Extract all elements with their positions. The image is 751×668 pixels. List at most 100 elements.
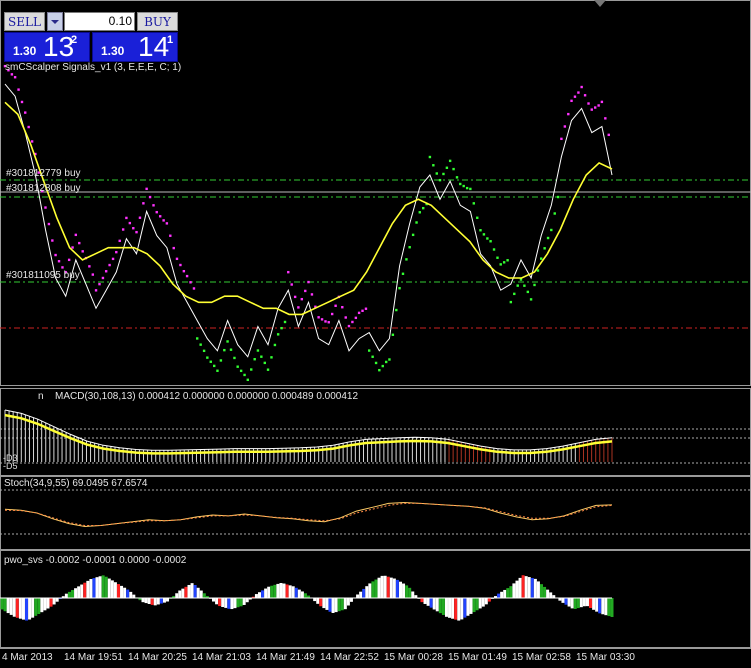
sar-dot [128,221,132,225]
sar-dot [422,206,425,210]
lot-size-input[interactable]: 0.10 [64,12,135,31]
sar-dot [135,230,138,234]
sar-dot [472,202,476,205]
macd-indicator-label: MACD(30,108,13) 0.000412 0.000000 0.0000… [55,391,359,402]
sar-dot [529,298,533,301]
sar-dot [550,228,553,232]
sar-dot [104,270,108,273]
sell-price-big: 13 [43,31,75,62]
sar-dot [246,378,249,382]
sar-dot [442,172,445,176]
sar-dot [101,276,105,280]
sar-dot [179,263,182,267]
order-label[interactable]: #301812779 buy [6,168,81,179]
sar-dot [10,73,14,76]
sar-dot [476,216,479,219]
chart-shift-marker-icon [594,0,606,7]
sar-dot [243,373,246,377]
time-tick-label: 15 Mar 03:30 [576,652,635,663]
order-label[interactable]: #301811095 buy [6,270,80,281]
sar-dot [509,300,513,304]
sar-dot [172,246,175,250]
sar-dot [67,258,71,262]
sar-dot [445,166,449,169]
sar-dot [489,240,492,243]
buy-price-sup: 1 [167,34,174,46]
sar-dot [304,289,307,293]
sar-dot [27,125,30,129]
time-tick-label: 14 Mar 22:52 [320,652,379,663]
sar-dot [408,246,411,249]
sar-dot [361,309,364,313]
sar-dot [148,195,152,199]
sar-dot [411,233,415,237]
sar-dot [162,219,165,222]
sar-dot [418,211,421,214]
lot-dropdown-button[interactable] [47,12,63,31]
time-tick-label: 14 Mar 20:25 [128,652,187,663]
sar-dot [158,215,162,218]
sar-dot [395,308,398,312]
sar-dot [384,360,388,364]
sar-dot [118,239,121,243]
sar-dot [175,257,179,261]
sar-dot [98,282,101,286]
sar-dot [587,102,590,105]
sar-dot [533,283,536,287]
sar-dot [290,283,293,286]
sell-button[interactable]: SELL [4,12,45,31]
chart-canvas[interactable] [0,0,751,668]
sar-dot [152,204,155,207]
one-click-trading-panel: SELL 0.10 BUY 1.30 13 2 1.30 14 1 [4,12,178,62]
sell-price-prefix: 1.30 [13,44,37,58]
time-tick-label: 15 Mar 01:49 [448,652,507,663]
sar-dot [216,369,219,372]
sar-dot [20,100,24,104]
sar-dot [438,178,442,182]
sar-dot [78,241,81,245]
sar-dot [236,365,239,368]
sar-dot [189,281,192,284]
sar-dot [44,206,47,209]
sar-dot [182,269,186,273]
sar-dot [523,284,526,287]
sar-dot [61,266,64,269]
sar-dot [324,320,327,323]
sar-dot [94,289,98,292]
time-tick-label: 14 Mar 21:49 [256,652,315,663]
sar-dot [297,306,300,309]
sar-dot [482,233,486,236]
sar-dot [513,292,516,296]
stoch-signal-line [4,502,613,526]
sar-dot [287,270,290,274]
sar-dot [469,187,472,191]
sar-dot [307,280,310,284]
sar-dot [607,133,610,137]
pwo-indicator-label: pwo_svs -0.0002 -0.0001 0.0000 -0.0002 [4,555,187,566]
buy-price-box[interactable]: 1.30 14 1 [92,32,178,62]
sar-dot [293,295,297,299]
sar-dot [165,222,169,225]
sar-dot [219,359,223,362]
sar-dot [108,263,111,267]
buy-button[interactable]: BUY [137,12,178,31]
sar-dot [276,333,280,336]
sell-price-box[interactable]: 1.30 13 2 [4,32,90,62]
sar-dot [17,88,20,91]
sar-dot [560,137,563,141]
sar-dot [496,256,499,259]
sar-dot [169,234,172,237]
order-label[interactable]: #301812808 buy [6,183,81,194]
sar-dot [570,99,573,103]
macd-level-label: -D5 [3,461,18,471]
sar-dot [604,117,607,120]
sar-dot [330,312,334,316]
sar-dot [351,320,354,324]
time-tick-label: 14 Mar 21:03 [192,652,251,663]
sar-dot [209,360,212,363]
sar-dot [310,293,314,296]
sar-dot [91,273,95,276]
sar-dot [428,155,432,159]
sar-dot [283,320,287,324]
sar-dot [371,355,374,358]
